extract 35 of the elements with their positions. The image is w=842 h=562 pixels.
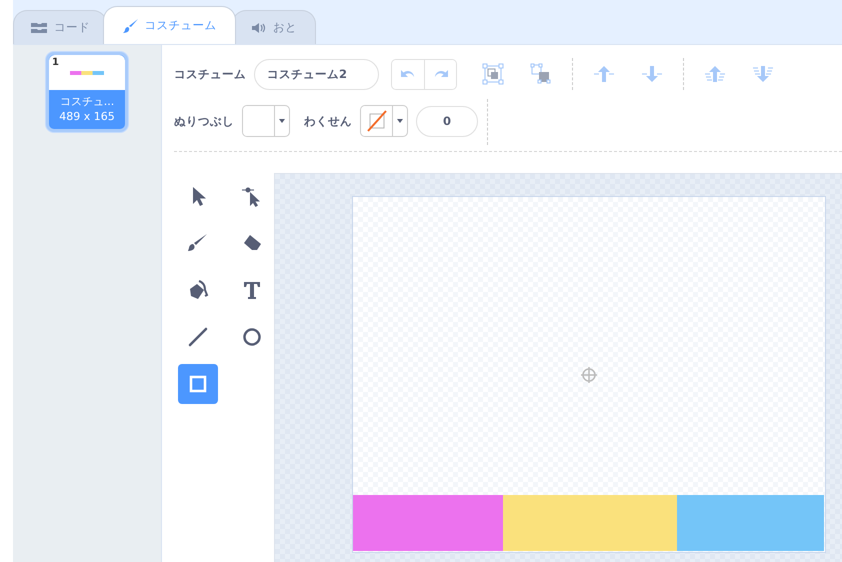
costume-name: コスチュ... [58,94,116,109]
brush-icon [122,18,138,34]
square-icon [187,373,209,395]
costume-name-field[interactable]: コスチューム2 [254,58,379,90]
code-icon [30,22,48,34]
outline-width-field[interactable]: 0 [416,106,478,136]
circle-icon [241,326,263,348]
up-arrow-icon [704,65,726,83]
costume-number: 1 [52,57,59,68]
costume-tile[interactable]: 1 コスチュ... 489 x 165 [46,52,128,132]
redo-button[interactable] [424,60,456,88]
down-arrow-icon [641,65,663,83]
brush-icon [187,232,209,254]
bucket-icon [187,279,209,301]
group-icon [482,63,504,85]
costume-size: 489 x 165 [58,109,116,125]
down-arrow-icon [752,65,774,83]
redo-icon [432,68,448,80]
speaker-icon [251,22,267,34]
caret-icon [279,119,285,123]
tool-button[interactable] [178,364,218,404]
text-tool-icon [241,279,263,301]
costume-label: コスチューム [174,66,246,82]
fill-color-picker[interactable] [242,105,290,137]
fill-label: ぬりつぶし [174,114,234,128]
caret-icon [397,119,403,123]
costume-thumbnail [70,70,104,74]
no-color-icon [364,109,388,133]
outline-color-picker[interactable] [360,105,408,137]
line-icon [187,326,209,348]
crosshair-icon [581,367,597,383]
up-arrow-icon [593,65,615,83]
undo-icon [400,68,416,80]
ungroup-icon [530,63,552,85]
outline-label: わくせん [304,114,352,128]
